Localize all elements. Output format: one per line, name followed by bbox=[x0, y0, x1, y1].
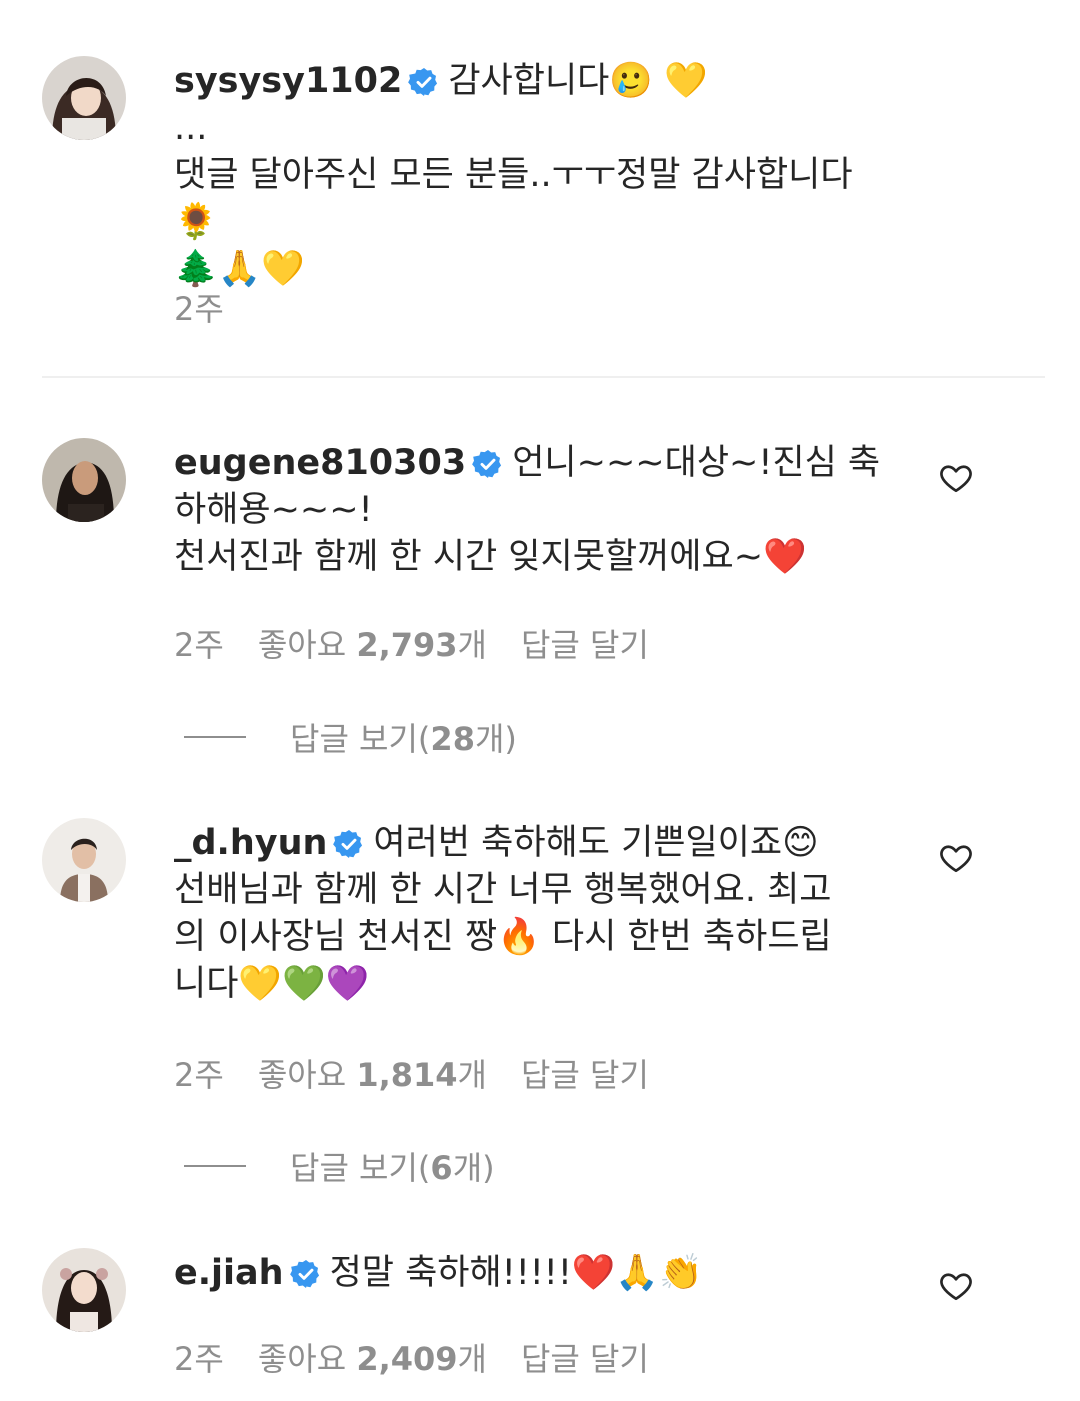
likes-count[interactable]: 좋아요 2,793개 bbox=[258, 620, 487, 666]
username[interactable]: _d.hyun bbox=[174, 823, 327, 863]
divider bbox=[42, 376, 1045, 378]
timestamp: 2주 bbox=[174, 1056, 224, 1094]
heart-outline-icon[interactable] bbox=[938, 1268, 974, 1304]
comment-meta: 2주 좋아요 2,793개 답글 달기 bbox=[174, 620, 649, 666]
verified-badge-icon bbox=[408, 68, 438, 96]
comment-line-3: 의 이사장님 천서진 짱🔥 다시 한번 축하드립 bbox=[174, 917, 832, 957]
reply-button[interactable]: 답글 달기 bbox=[521, 620, 649, 666]
comment-line-3: 천서진과 함께 한 시간 잊지못할꺼에요~❤️ bbox=[174, 537, 807, 577]
timestamp: 2주 bbox=[174, 626, 224, 664]
heart-outline-icon[interactable] bbox=[938, 460, 974, 496]
verified-badge-icon bbox=[289, 1260, 319, 1288]
comment-line-1: 여러번 축하해도 기쁜일이죠😊 bbox=[373, 823, 819, 863]
view-replies-line bbox=[184, 1165, 246, 1167]
avatar[interactable] bbox=[42, 438, 126, 522]
view-replies-button[interactable]: 답글 보기(6개) bbox=[184, 1143, 495, 1189]
comment-line-4: 니다💛💚💜 bbox=[174, 964, 370, 1004]
comment-body: eugene810303 언니~~~대상~!진심 축 하해용~~~! 천서진과 함… bbox=[174, 440, 894, 581]
reply-button[interactable]: 답글 달기 bbox=[521, 1050, 649, 1096]
comment-line-2: 선배님과 함께 한 시간 너무 행복했어요. 최고 bbox=[174, 870, 832, 910]
comment-body: _d.hyun 여러번 축하해도 기쁜일이죠😊 선배님과 함께 한 시간 너무 행… bbox=[174, 820, 894, 1008]
caption-meta: 2주 bbox=[174, 284, 224, 330]
username[interactable]: e.jiah bbox=[174, 1253, 284, 1293]
comment-meta: 2주 좋아요 2,409개 답글 달기 bbox=[174, 1334, 649, 1380]
caption-line-3: 댓글 달아주신 모든 분들..ㅜㅜ정말 감사합니다🌻 bbox=[174, 155, 853, 242]
verified-badge-icon bbox=[333, 830, 363, 858]
timestamp: 2주 bbox=[174, 1340, 224, 1378]
username[interactable]: sysysy1102 bbox=[174, 61, 402, 101]
likes-count[interactable]: 좋아요 1,814개 bbox=[258, 1050, 487, 1096]
caption-line-2: ... bbox=[174, 108, 208, 148]
caption-line-4: 🌲🙏💛 bbox=[174, 249, 305, 289]
reply-button[interactable]: 답글 달기 bbox=[521, 1334, 649, 1380]
avatar[interactable] bbox=[42, 818, 126, 902]
caption-line-1: 감사합니다🥲 💛 bbox=[448, 61, 708, 101]
view-replies-button[interactable]: 답글 보기(28개) bbox=[184, 714, 517, 760]
comment-line-1: 정말 축하해!!!!!❤️🙏👏 bbox=[329, 1253, 703, 1293]
view-replies-line bbox=[184, 736, 246, 738]
comments-page: sysysy1102 감사합니다🥲 💛 ... 댓글 달아주신 모든 분들..ㅜㅜ… bbox=[0, 0, 1080, 1401]
comment-line-1: 언니~~~대상~!진심 축 bbox=[512, 443, 881, 483]
comment-body: e.jiah 정말 축하해!!!!!❤️🙏👏 bbox=[174, 1250, 894, 1297]
avatar[interactable] bbox=[42, 1248, 126, 1332]
verified-badge-icon bbox=[472, 450, 502, 478]
likes-count[interactable]: 좋아요 2,409개 bbox=[258, 1334, 487, 1380]
caption-body: sysysy1102 감사합니다🥲 💛 ... 댓글 달아주신 모든 분들..ㅜㅜ… bbox=[174, 58, 894, 293]
heart-outline-icon[interactable] bbox=[938, 840, 974, 876]
username[interactable]: eugene810303 bbox=[174, 443, 466, 483]
avatar[interactable] bbox=[42, 56, 126, 140]
comment-meta: 2주 좋아요 1,814개 답글 달기 bbox=[174, 1050, 649, 1096]
timestamp: 2주 bbox=[174, 290, 224, 328]
comment-line-2: 하해용~~~! bbox=[174, 490, 373, 530]
